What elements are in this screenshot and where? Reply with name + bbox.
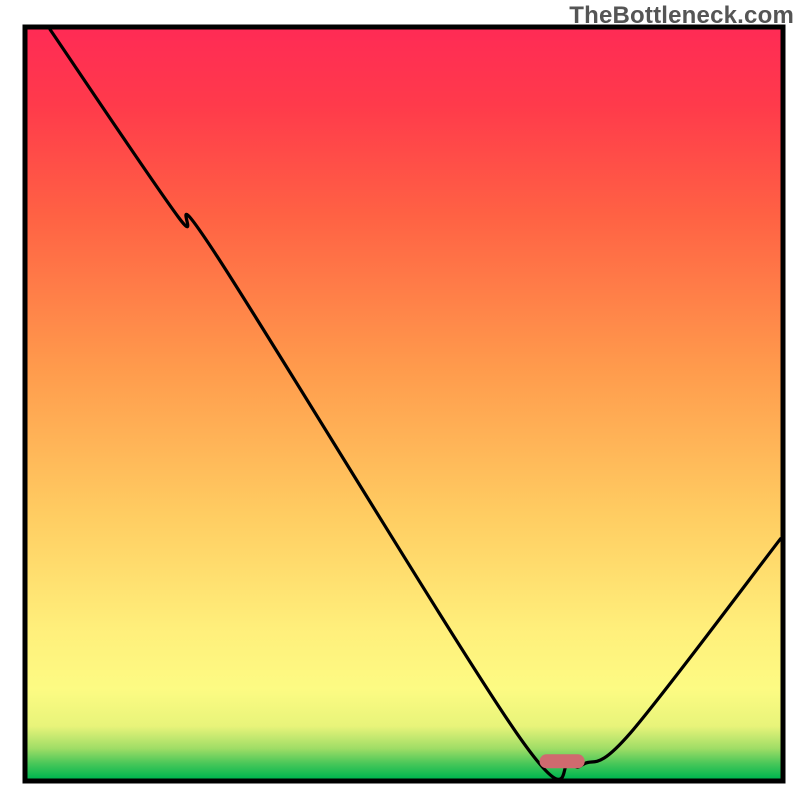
optimal-marker (540, 754, 585, 768)
bottleneck-chart: TheBottleneck.com (0, 0, 800, 800)
chart-svg (0, 0, 800, 800)
watermark-label: TheBottleneck.com (569, 2, 794, 30)
gradient-area (28, 30, 781, 779)
